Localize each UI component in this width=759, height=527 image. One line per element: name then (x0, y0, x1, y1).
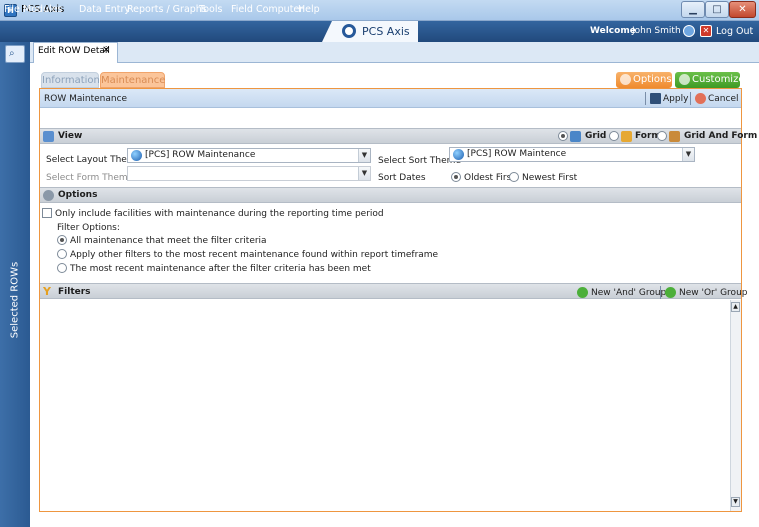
options-gear-icon (620, 74, 631, 85)
grid-view-icon (43, 131, 54, 142)
chevron-down-icon[interactable]: ▼ (358, 167, 370, 180)
row-maintenance-title: ROW Maintenance (44, 94, 128, 104)
tab-information[interactable]: Information (41, 72, 100, 88)
form-theme-label: Select Form Theme (46, 173, 134, 183)
sort-newest-first-radio[interactable] (509, 172, 519, 182)
cancel-icon[interactable] (695, 93, 706, 104)
new-and-group-button[interactable]: New 'And' Group (591, 288, 666, 298)
new-and-group-icon[interactable] (577, 287, 588, 298)
menu-reports-graphs[interactable]: Reports / Graphs (127, 4, 207, 15)
pcs-axis-logo-icon (342, 24, 356, 38)
logout-icon[interactable]: ✕ (700, 25, 712, 37)
close-window-button[interactable]: ✕ (729, 1, 756, 18)
sidebar-label: Selected ROWs (9, 261, 21, 339)
logo-text: PCS Axis (362, 25, 410, 38)
apply-button[interactable]: Apply (663, 94, 688, 104)
maximize-button[interactable]: □ (705, 1, 729, 18)
view-mode-grid-and-form-label[interactable]: Grid And Form (684, 131, 757, 141)
menu-file[interactable]: File (4, 4, 20, 15)
save-icon[interactable] (650, 93, 661, 104)
form-icon (621, 131, 632, 142)
menu-tools[interactable]: Tools (199, 4, 222, 15)
toolbar-separator (690, 92, 691, 105)
view-mode-grid-and-form-radio[interactable] (657, 131, 667, 141)
menu-modules[interactable]: Modules (23, 4, 63, 15)
logout-link[interactable]: Log Out (716, 26, 753, 37)
filters-area (40, 300, 741, 511)
grid-icon (570, 131, 581, 142)
filter-funnel-icon: Y (43, 285, 51, 298)
options-gear-icon (43, 190, 54, 201)
new-or-group-button[interactable]: New 'Or' Group (679, 288, 747, 298)
globe-icon (453, 149, 464, 160)
filter-option-most-recent-radio[interactable] (57, 263, 67, 273)
options-button[interactable]: Options (616, 72, 672, 88)
view-section-title: View (58, 131, 83, 141)
menu-help[interactable]: Help (298, 4, 320, 15)
filter-option-all-radio[interactable] (57, 235, 67, 245)
filter-option-all-label[interactable]: All maintenance that meet the filter cri… (70, 236, 267, 246)
globe-icon (131, 150, 142, 161)
sort-newest-first-label[interactable]: Newest First (522, 173, 577, 183)
toolbar-separator (660, 286, 661, 299)
filter-option-apply-other-radio[interactable] (57, 249, 67, 259)
menu-data-entry[interactable]: Data Entry (79, 4, 130, 15)
sort-theme-value: [PCS] ROW Maintence (467, 149, 567, 159)
layout-theme-value: [PCS] ROW Maintenance (145, 150, 256, 160)
grid-and-form-icon (669, 131, 680, 142)
filter-option-most-recent-label[interactable]: The most recent maintenance after the fi… (70, 264, 371, 274)
search-icon: ⌕ (9, 48, 15, 59)
filters-scrollbar[interactable] (730, 300, 741, 511)
tab-label: Edit ROW Detail (38, 46, 110, 56)
only-include-label[interactable]: Only include facilities with maintenance… (55, 209, 384, 219)
customize-wrench-icon (679, 74, 690, 85)
view-mode-grid-label[interactable]: Grid (585, 131, 606, 141)
menu-field-computer[interactable]: Field Computer (231, 4, 303, 15)
tab-maintenance[interactable]: Maintenance (100, 72, 165, 88)
sidebar-search-button[interactable] (5, 45, 25, 63)
customize-label: Customize (692, 74, 745, 85)
row-maintenance-header (40, 89, 741, 108)
close-tab-icon[interactable]: ✕ (102, 45, 110, 56)
form-theme-select[interactable]: ▼ (127, 166, 371, 181)
cancel-button[interactable]: Cancel (708, 94, 739, 104)
sort-theme-select[interactable]: [PCS] ROW Maintence ▼ (449, 147, 695, 162)
view-mode-grid-radio[interactable] (558, 131, 568, 141)
options-label: Options (633, 74, 672, 85)
toolbar-separator (645, 92, 646, 105)
only-include-checkbox[interactable] (42, 208, 52, 218)
filter-options-label: Filter Options: (57, 223, 120, 233)
filter-option-apply-other-label[interactable]: Apply other filters to the most recent m… (70, 250, 438, 260)
scroll-down-arrow-icon[interactable]: ▼ (731, 497, 740, 507)
sort-dates-label: Sort Dates (378, 173, 426, 183)
sort-oldest-first-radio[interactable] (451, 172, 461, 182)
chevron-down-icon[interactable]: ▼ (682, 148, 694, 161)
new-or-group-icon[interactable] (665, 287, 676, 298)
help-icon[interactable] (683, 25, 695, 37)
minimize-button[interactable]: ▁ (681, 1, 705, 18)
layout-theme-select[interactable]: [PCS] ROW Maintenance ▼ (127, 148, 371, 163)
options-section-bar (40, 187, 741, 203)
options-section-title: Options (58, 190, 98, 200)
filters-section-title: Filters (58, 287, 91, 297)
user-name: John Smith (632, 26, 681, 36)
scroll-up-arrow-icon[interactable]: ▲ (731, 302, 740, 312)
welcome-label: Welcome (590, 26, 636, 36)
document-tab-strip (30, 42, 759, 63)
view-mode-form-radio[interactable] (609, 131, 619, 141)
sidebar-selected-rows-tab[interactable]: Selected ROWs (1, 255, 29, 345)
chevron-down-icon[interactable]: ▼ (358, 149, 370, 162)
customize-button[interactable]: Customize (675, 72, 745, 88)
sort-oldest-first-label[interactable]: Oldest First (464, 173, 515, 183)
